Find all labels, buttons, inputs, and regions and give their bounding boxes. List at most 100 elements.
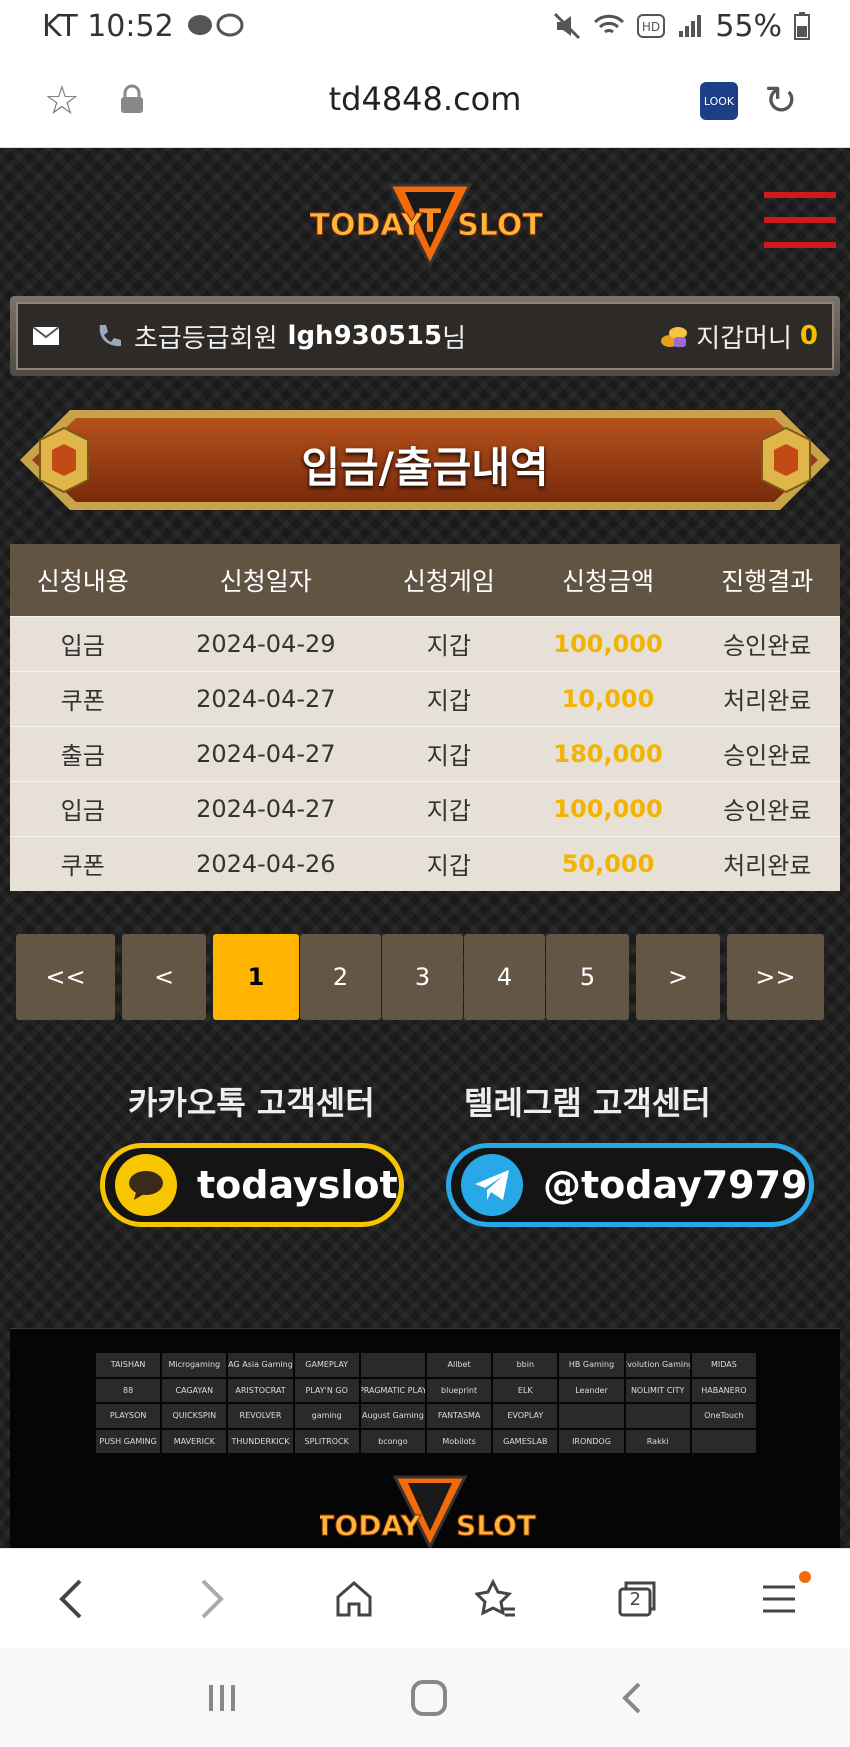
reload-icon[interactable]: ↻ (764, 78, 798, 124)
kakao-talk-icon (115, 1154, 177, 1216)
col-header-type: 신청내용 (10, 544, 156, 616)
provider-logo: Rakki (625, 1429, 690, 1453)
cell-type: 입금 (10, 780, 156, 836)
page-next-button[interactable]: > (636, 934, 720, 1020)
col-header-result: 진행결과 (694, 544, 840, 616)
page-3-button[interactable]: 3 (382, 934, 463, 1020)
provider-logo: NOLIMIT CITY (625, 1378, 690, 1402)
footer-logo-slot-text: SLOT (456, 1509, 536, 1542)
telegram-id: @today7979 (543, 1163, 808, 1207)
wallet-money-value: 0 (799, 321, 818, 351)
notification-dot (799, 1570, 812, 1583)
table-row: 입금 2024-04-29 지갑 100,000 승인완료 (10, 615, 840, 671)
wallet-money-label: 지갑머니 (696, 323, 792, 354)
cell-result: 처리완료 (694, 835, 840, 891)
game-provider-logos: TAISHAN Microgaming AG Asia Gaming GAMEP… (96, 1353, 756, 1453)
cell-date: 2024-04-29 (155, 615, 377, 671)
cell-game: 지갑 (376, 725, 522, 781)
provider-logo: bcongo (360, 1429, 425, 1453)
cell-game: 지갑 (376, 615, 522, 671)
system-nav-bar (0, 1648, 850, 1747)
footer-logo-today-text: TODAY (320, 1509, 421, 1542)
provider-logo: Evolution Gaming (625, 1353, 690, 1377)
kakao-support-button[interactable]: todayslot (100, 1143, 404, 1227)
back-nav-icon[interactable] (619, 1680, 645, 1716)
provider-logo: bbin (493, 1353, 558, 1377)
menu-button[interactable] (749, 1569, 812, 1629)
provider-logo: PLAY'N GO (294, 1378, 359, 1402)
cell-game: 지갑 (376, 780, 522, 836)
footer-logo[interactable]: TODAY SLOT (320, 1469, 540, 1548)
mail-icon[interactable] (32, 326, 60, 346)
table-row: 쿠폰 2024-04-26 지갑 50,000 처리완료 (10, 835, 840, 891)
telegram-support-button[interactable]: @today7979 (446, 1143, 814, 1227)
page-4-button[interactable]: 4 (464, 934, 545, 1020)
provider-logo: EVOPLAY (493, 1404, 558, 1428)
site-logo[interactable]: T TODAY SLOT (310, 170, 550, 270)
chevron-left-icon (58, 1579, 82, 1618)
cell-amount: 10,000 (521, 670, 695, 726)
tabs-count: 2 (629, 1588, 641, 1610)
page-last-button[interactable]: >> (727, 934, 824, 1020)
provider-logo: Leander (559, 1378, 624, 1402)
phone-icon (99, 325, 121, 347)
home-icon (336, 1580, 372, 1616)
wifi-icon (594, 14, 625, 34)
provider-logo: PUSH GAMING (96, 1429, 161, 1453)
member-username: lgh930515 (287, 321, 443, 351)
web-page: T TODAY SLOT 초급등급회원 lgh930515 님 지갑머니 0 입… (0, 148, 850, 1548)
battery-percent: 55% (715, 8, 782, 44)
table-row: 쿠폰 2024-04-27 지갑 10,000 처리완료 (10, 670, 840, 726)
cell-date: 2024-04-27 (155, 780, 377, 836)
page-5-button[interactable]: 5 (546, 934, 629, 1020)
cell-result: 승인완료 (694, 615, 840, 671)
provider-logo: MAVERICK (162, 1429, 227, 1453)
provider-logo: PLAYSON (96, 1404, 161, 1428)
cell-amount: 100,000 (521, 615, 695, 671)
cell-date: 2024-04-26 (155, 835, 377, 891)
page-first-button[interactable]: << (16, 934, 115, 1020)
recent-apps-icon[interactable] (205, 1681, 239, 1715)
bookmarks-button[interactable] (466, 1569, 526, 1629)
cell-amount: 180,000 (521, 725, 695, 781)
provider-logo: Allbet (426, 1353, 492, 1377)
look-extension-button[interactable]: LOOK (700, 82, 738, 120)
provider-logo: IRONDOG (559, 1429, 624, 1453)
cell-game: 지갑 (376, 670, 522, 726)
hamburger-menu-icon[interactable] (764, 192, 836, 248)
provider-logo: QUICKSPIN (162, 1404, 227, 1428)
cell-type: 쿠폰 (10, 835, 156, 891)
back-button[interactable] (41, 1569, 101, 1629)
chat-bubble-icon (187, 13, 244, 37)
telegram-support-title: 텔레그램 고객센터 (464, 1084, 711, 1122)
cell-result: 처리완료 (694, 670, 840, 726)
wallet-money: 지갑머니 0 (660, 318, 818, 355)
page-1-button[interactable]: 1 (213, 934, 299, 1020)
footer: TAISHAN Microgaming AG Asia Gaming GAMEP… (10, 1328, 840, 1548)
cell-amount: 50,000 (521, 835, 695, 891)
home-button[interactable] (324, 1569, 384, 1629)
provider-logo: GAMEPLAY (294, 1353, 359, 1377)
star-list-icon (474, 1578, 515, 1616)
cell-date: 2024-04-27 (155, 725, 377, 781)
provider-logo (360, 1353, 425, 1377)
member-grade: 초급등급회원 (134, 323, 278, 354)
forward-button[interactable] (182, 1569, 242, 1629)
table-row: 입금 2024-04-27 지갑 100,000 승인완료 (10, 780, 840, 836)
cell-amount: 100,000 (521, 780, 695, 836)
transaction-history-table: 신청내용 신청일자 신청게임 신청금액 진행결과 입금 2024-04-29 지… (10, 544, 840, 891)
page-2-button[interactable]: 2 (300, 934, 381, 1020)
tabs-button[interactable]: 2 (607, 1569, 667, 1629)
page-prev-button[interactable]: < (122, 934, 206, 1020)
cell-type: 쿠폰 (10, 670, 156, 726)
telegram-icon (461, 1154, 523, 1216)
table-header-row: 신청내용 신청일자 신청게임 신청금액 진행결과 (10, 544, 840, 616)
provider-logo: Microgaming (162, 1353, 227, 1377)
provider-logo: HB Gaming (559, 1353, 624, 1377)
provider-logo: August Gaming (360, 1404, 425, 1428)
provider-logo: 88 (96, 1378, 161, 1402)
member-info-bar: 초급등급회원 lgh930515 님 지갑머니 0 (10, 296, 840, 376)
provider-logo: gaming (294, 1404, 359, 1428)
home-nav-icon[interactable] (410, 1679, 448, 1717)
cell-date: 2024-04-27 (155, 670, 377, 726)
